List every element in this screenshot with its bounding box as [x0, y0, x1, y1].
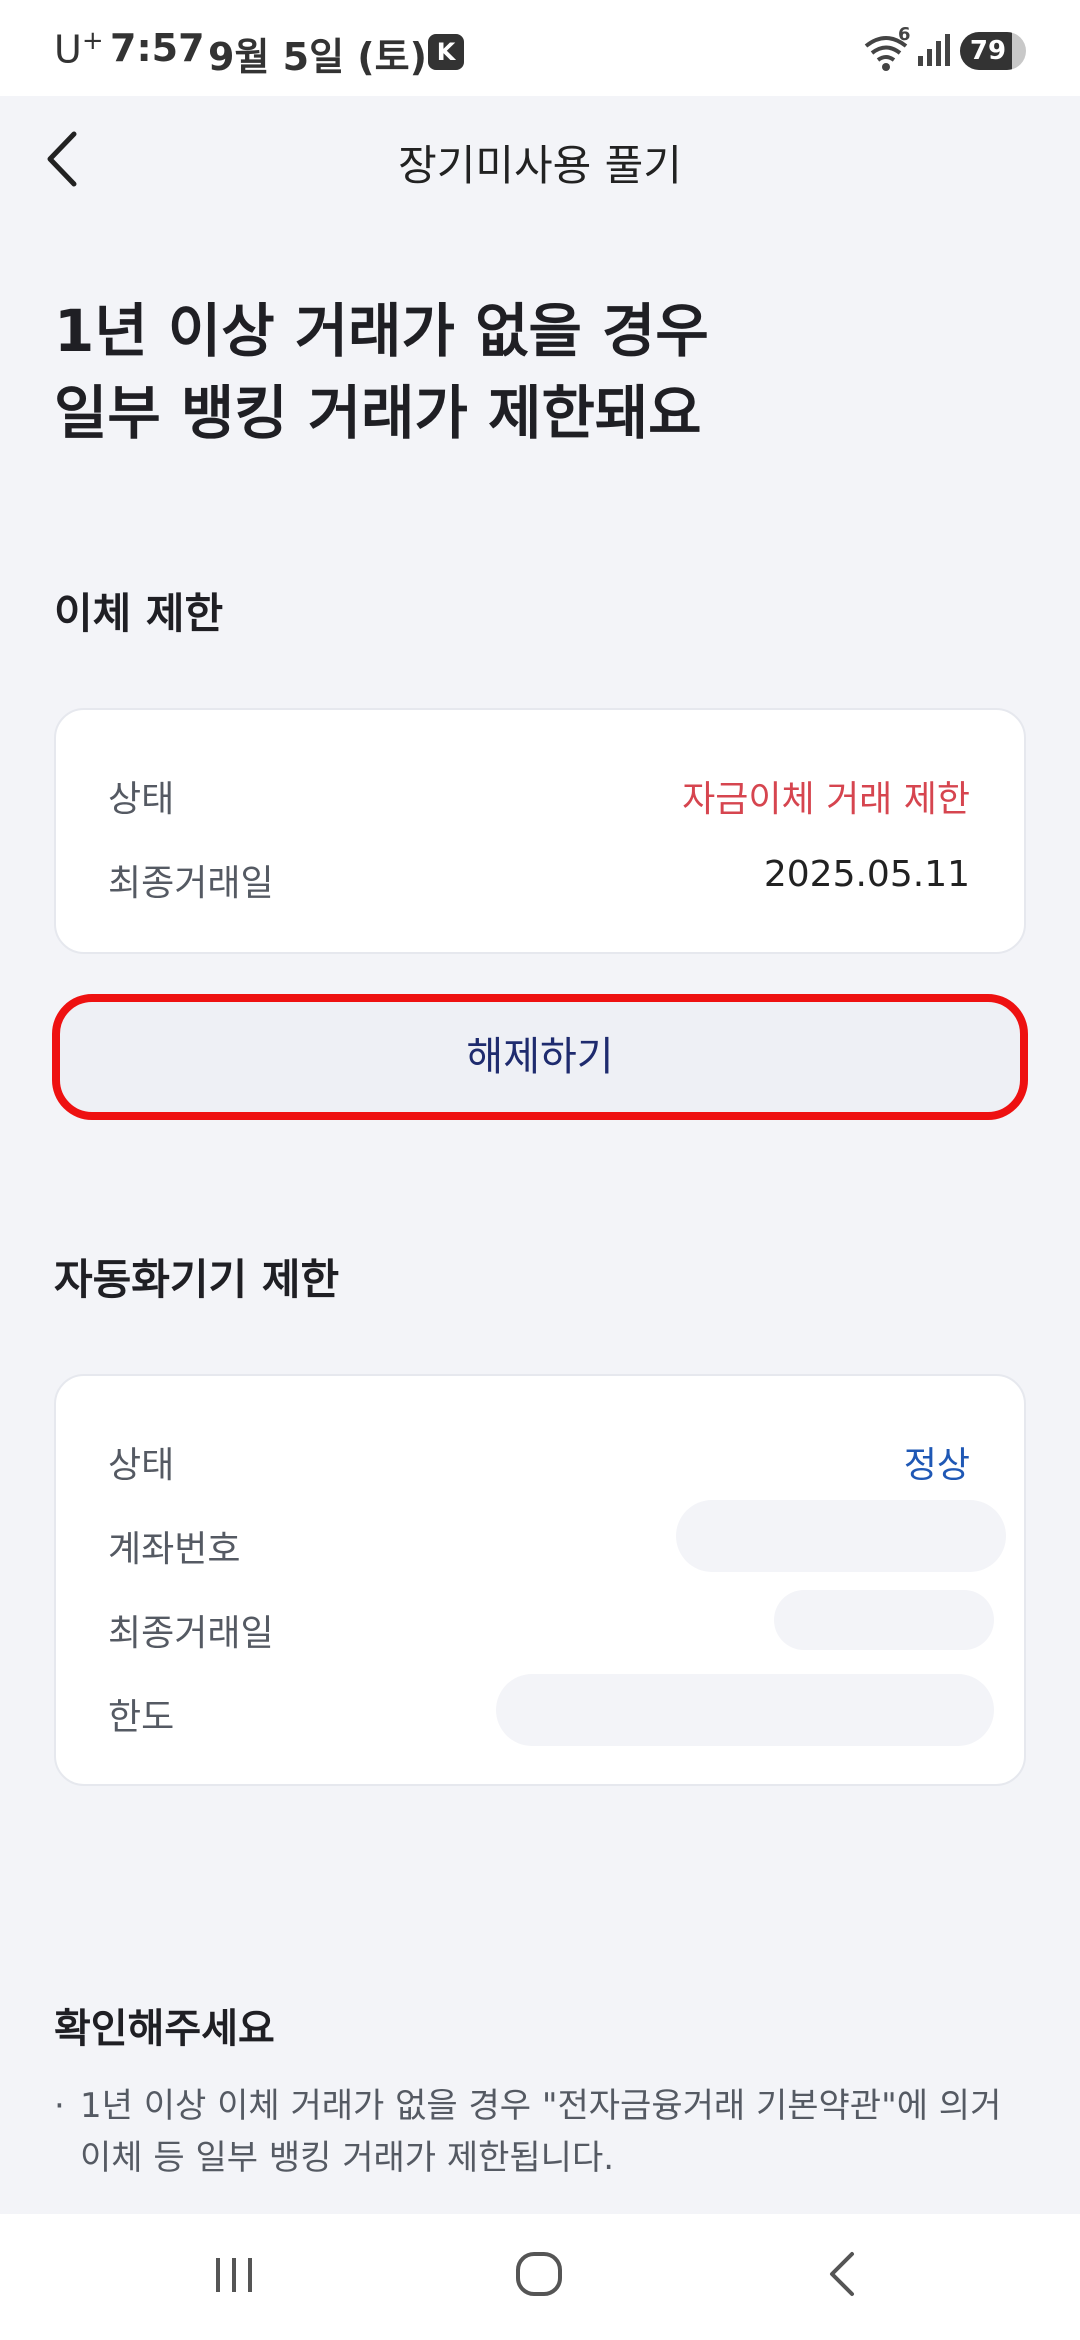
row-label: 상태	[108, 779, 175, 820]
transfer-last-date-row: 최종거래일 2025.05.11	[108, 848, 970, 908]
carrier-label: U+	[54, 26, 104, 72]
signal-icon	[916, 32, 952, 72]
bullet: ·	[54, 2086, 65, 2126]
wifi-badge: 6	[898, 24, 911, 45]
battery-level: 79	[969, 36, 1007, 66]
atm-section-title: 자동화기기 제한	[54, 1255, 340, 1304]
headline: 1년 이상 거래가 없을 경우 일부 뱅킹 거래가 제한돼요	[54, 290, 1014, 454]
app-notification-icon: K	[428, 34, 464, 70]
transfer-status-row: 상태 자금이체 거래 제한	[108, 764, 970, 824]
row-label: 계좌번호	[108, 1529, 241, 1570]
row-label: 최종거래일	[108, 1613, 274, 1654]
notice-text: 1년 이상 이체 거래가 없을 경우 "전자금융거래 기본약관"에 의거 이체 …	[80, 2086, 1002, 2178]
transfer-status-value: 자금이체 거래 제한	[682, 779, 970, 820]
status-time: 7:57	[110, 26, 205, 70]
atm-status-card: 상태 정상 계좌번호 최종거래일 한도	[54, 1374, 1026, 1786]
recent-apps-icon[interactable]	[210, 2246, 258, 2306]
notice-title: 확인해주세요	[54, 2006, 275, 2052]
atm-status-value: 정상	[903, 1445, 970, 1486]
back-icon[interactable]	[818, 2246, 866, 2306]
headline-line-2: 일부 뱅킹 거래가 제한돼요	[54, 379, 702, 447]
limit-placeholder	[496, 1674, 994, 1746]
headline-line-1: 1년 이상 거래가 없을 경우	[54, 297, 709, 365]
home-icon[interactable]	[512, 2246, 568, 2306]
status-bar: U+ 7:57 9월 5일 (토) K 6 79	[0, 0, 1080, 96]
transfer-last-date-value: 2025.05.11	[763, 854, 970, 895]
row-label: 상태	[108, 1445, 175, 1486]
wifi-icon: 6	[862, 24, 911, 78]
transfer-section-title: 이체 제한	[54, 589, 224, 638]
account-number-placeholder	[676, 1500, 1006, 1572]
last-date-placeholder	[774, 1590, 994, 1650]
status-date: 9월 5일 (토)	[208, 35, 427, 79]
page-title: 장기미사용 풀기	[398, 141, 682, 190]
release-button[interactable]: 해제하기	[52, 994, 1028, 1120]
transfer-status-card: 상태 자금이체 거래 제한 최종거래일 2025.05.11	[54, 708, 1026, 954]
battery-icon: 79	[960, 32, 1026, 70]
app-header: 장기미사용 풀기	[0, 96, 1080, 224]
row-label: 최종거래일	[108, 863, 274, 904]
row-label: 한도	[108, 1697, 175, 1738]
navigation-bar	[0, 2214, 1080, 2340]
atm-status-row: 상태 정상	[108, 1430, 970, 1490]
